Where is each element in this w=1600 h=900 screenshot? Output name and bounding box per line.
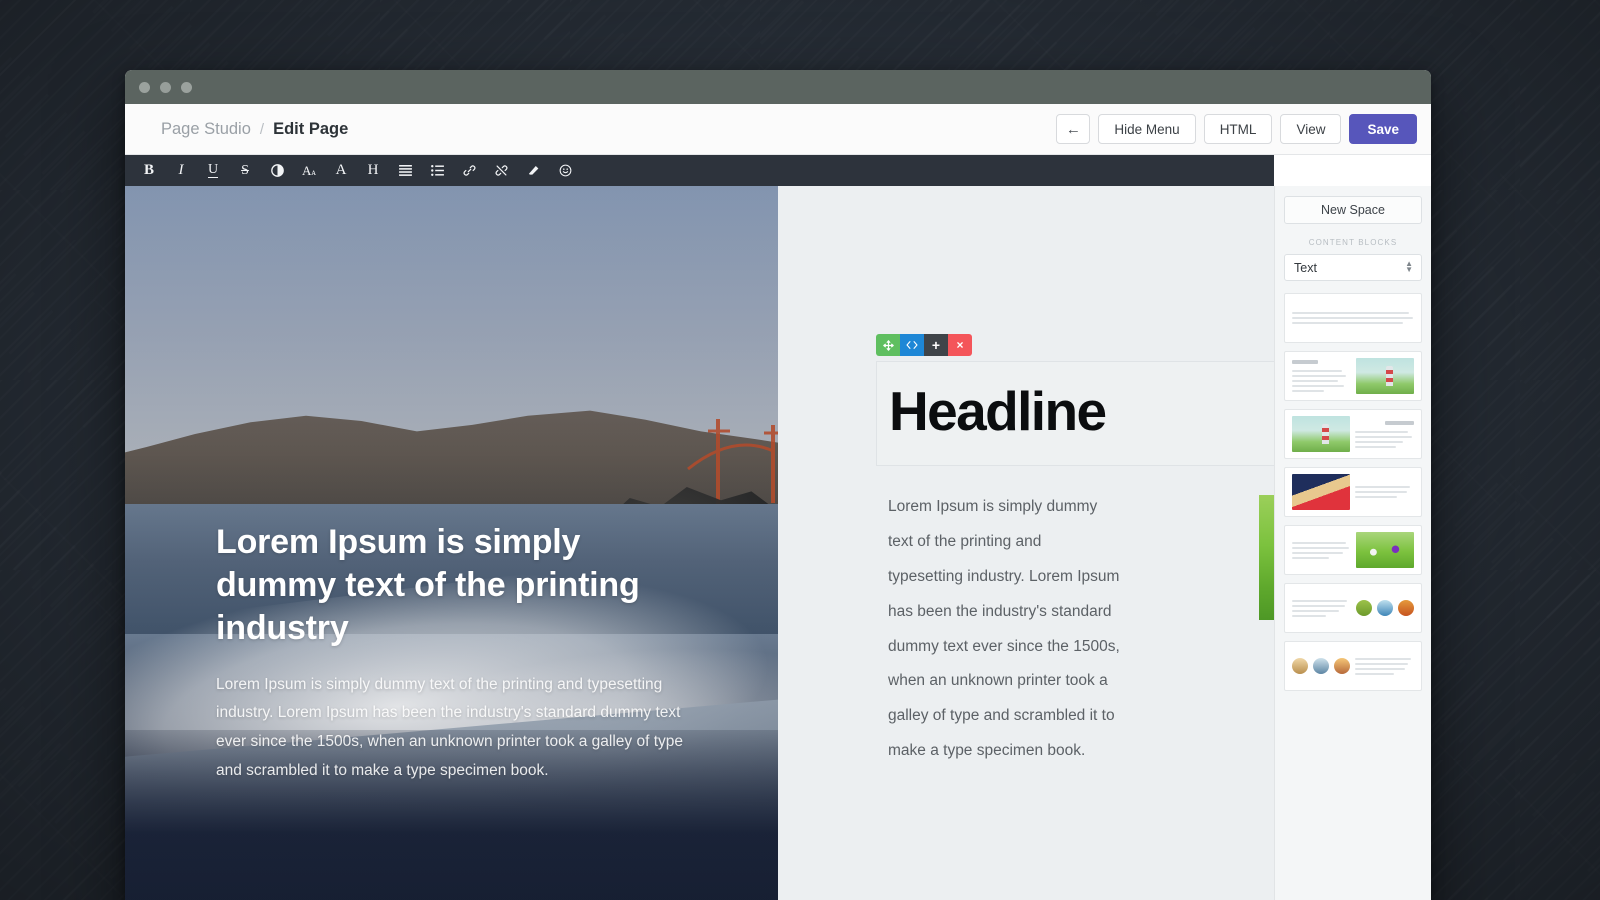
delete-block-button[interactable]: ×: [948, 334, 972, 356]
hero-text-group: Lorem Ipsum is simply dummy text of the …: [216, 521, 700, 785]
heading-icon[interactable]: H: [357, 155, 389, 186]
link-icon[interactable]: [453, 155, 485, 186]
block-thumb-text-left-circles-right[interactable]: [1284, 583, 1422, 633]
window-close-button[interactable]: [139, 82, 150, 93]
block-thumb-text-left-image-right[interactable]: [1284, 351, 1422, 401]
breadcrumb-current: Edit Page: [273, 120, 348, 139]
font-family-icon[interactable]: A: [325, 155, 357, 186]
bullet-list-icon[interactable]: [421, 155, 453, 186]
breadcrumb-root[interactable]: Page Studio: [161, 120, 251, 139]
add-block-button[interactable]: +: [924, 334, 948, 356]
editor-toolbar: B I U S Aᴀ A H: [125, 155, 1274, 186]
hero-image-block[interactable]: Lorem Ipsum is simply dummy text of the …: [125, 186, 778, 900]
window-minimize-button[interactable]: [160, 82, 171, 93]
block-type-select[interactable]: Text ▲▼: [1284, 254, 1422, 281]
move-block-button[interactable]: [876, 334, 900, 356]
header-actions: ← Hide Menu HTML View Save: [1056, 114, 1417, 144]
eraser-icon[interactable]: [517, 155, 549, 186]
bold-icon[interactable]: B: [133, 155, 165, 186]
emoji-icon[interactable]: [549, 155, 581, 186]
italic-icon[interactable]: I: [165, 155, 197, 186]
font-size-icon[interactable]: Aᴀ: [293, 155, 325, 186]
block-thumb-circles-left-text-right[interactable]: [1284, 641, 1422, 691]
back-button[interactable]: ←: [1056, 114, 1090, 144]
body-block[interactable]: Lorem Ipsum is simply dummy text of the …: [876, 490, 1274, 769]
text-color-icon[interactable]: [261, 155, 293, 186]
circle-thumb-green-icon: [1356, 600, 1372, 616]
window-maximize-button[interactable]: [181, 82, 192, 93]
block-thumb-image-left-text-right-2[interactable]: [1284, 467, 1422, 517]
circle-thumb-orange-icon: [1398, 600, 1414, 616]
view-button[interactable]: View: [1280, 114, 1341, 144]
block-type-value: Text: [1294, 261, 1317, 275]
crocus-flowers-image[interactable]: [1259, 495, 1274, 620]
body-text[interactable]: Lorem Ipsum is simply dummy text of the …: [888, 490, 1120, 769]
blocks-sidebar: New Space CONTENT BLOCKS Text ▲▼: [1274, 186, 1431, 900]
circle-thumb-sunset-icon: [1334, 658, 1350, 674]
unlink-icon[interactable]: [485, 155, 517, 186]
flag-thumb-image: [1292, 474, 1350, 510]
circle-thumb-sand-icon: [1292, 658, 1308, 674]
circle-image-group: [1292, 658, 1350, 674]
block-thumb-text-left-image-right-2[interactable]: [1284, 525, 1422, 575]
breadcrumb-separator: /: [260, 121, 264, 138]
new-space-button[interactable]: New Space: [1284, 196, 1422, 224]
editor-canvas: + × Headline Lorem Ipsum is simply dummy…: [778, 186, 1274, 900]
circle-thumb-blue-icon: [1377, 600, 1393, 616]
headline-text[interactable]: Headline: [889, 384, 1274, 439]
lighthouse-thumb-image: [1356, 358, 1414, 394]
strikethrough-icon[interactable]: S: [229, 155, 261, 186]
align-icon[interactable]: [389, 155, 421, 186]
app-header: Page Studio / Edit Page ← Hide Menu HTML…: [125, 104, 1431, 155]
circle-image-group: [1356, 600, 1414, 616]
content-block-selected: + × Headline Lorem Ipsum is simply dummy…: [876, 361, 1274, 769]
underline-icon[interactable]: U: [197, 155, 229, 186]
breadcrumb: Page Studio / Edit Page: [161, 120, 348, 139]
window-titlebar: [125, 70, 1431, 104]
block-thumb-text-only[interactable]: [1284, 293, 1422, 343]
edit-code-button[interactable]: [900, 334, 924, 356]
chevron-updown-icon: ▲▼: [1405, 261, 1413, 275]
circle-thumb-sea-icon: [1313, 658, 1329, 674]
content-blocks-label: CONTENT BLOCKS: [1284, 238, 1422, 247]
html-button[interactable]: HTML: [1204, 114, 1273, 144]
save-button[interactable]: Save: [1349, 114, 1417, 144]
block-thumb-image-left-text-right[interactable]: [1284, 409, 1422, 459]
hide-menu-button[interactable]: Hide Menu: [1098, 114, 1195, 144]
crocus-thumb-image: [1356, 532, 1414, 568]
hero-subtitle[interactable]: Lorem Ipsum is simply dummy text of the …: [216, 671, 700, 786]
block-toolbar: + ×: [876, 334, 972, 356]
block-thumbnail-list: [1284, 293, 1422, 691]
lighthouse-thumb-image: [1292, 416, 1350, 452]
desktop-background: Page Studio / Edit Page ← Hide Menu HTML…: [0, 0, 1600, 900]
hero-title[interactable]: Lorem Ipsum is simply dummy text of the …: [216, 521, 700, 651]
workspace: Lorem Ipsum is simply dummy text of the …: [125, 186, 1431, 900]
browser-window: Page Studio / Edit Page ← Hide Menu HTML…: [125, 70, 1431, 900]
headline-block[interactable]: Headline: [876, 361, 1274, 466]
